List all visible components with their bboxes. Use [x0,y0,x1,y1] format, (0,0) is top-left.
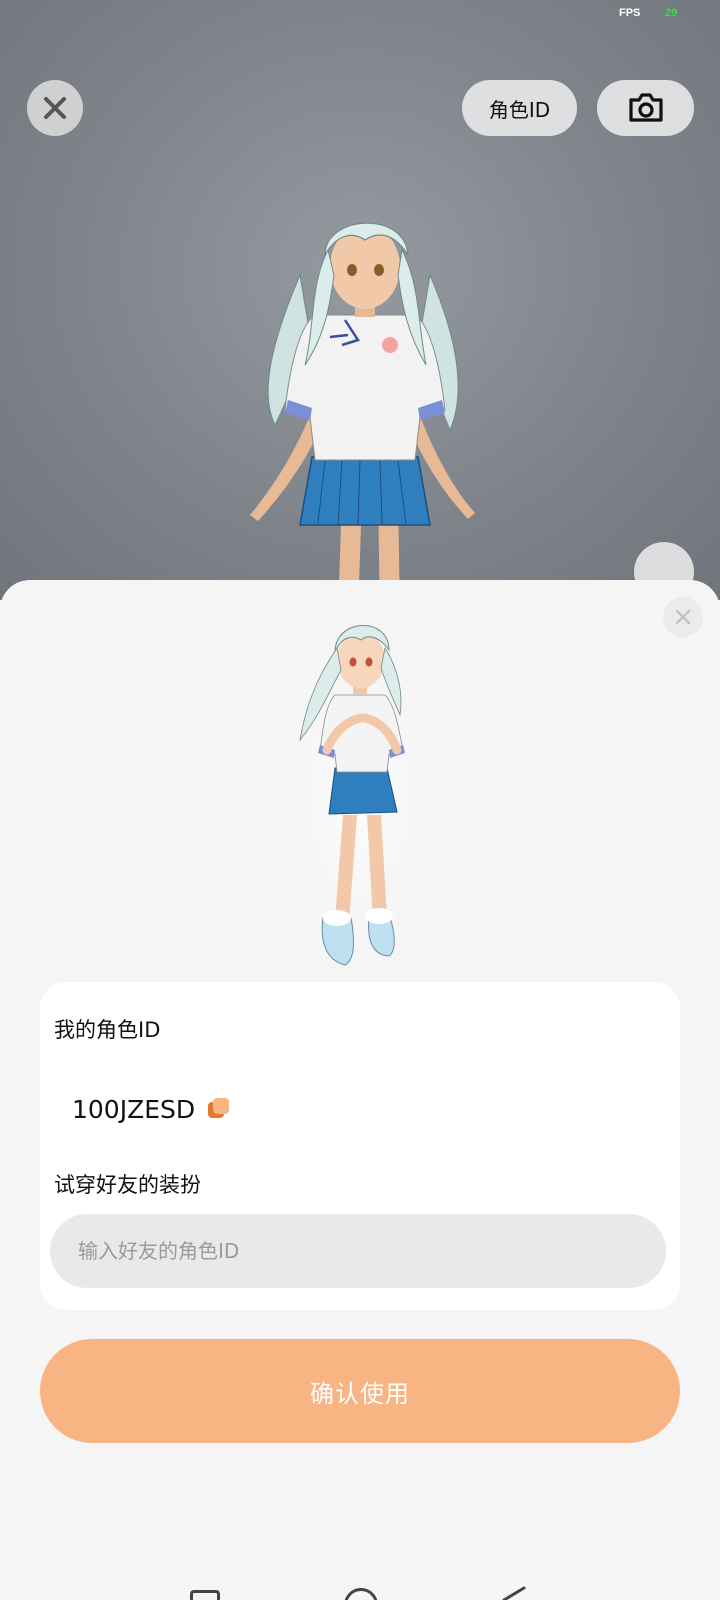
system-nav-bar [0,1570,720,1600]
close-icon [44,97,66,119]
avatar-preview [270,605,450,975]
my-id-value: 100JZESD [72,1095,196,1124]
role-id-button[interactable]: 角色ID [462,80,577,136]
camera-button[interactable] [597,80,694,136]
try-on-label: 试穿好友的装扮 [54,1173,201,1197]
camera-icon [628,93,663,122]
viewer-close-button[interactable] [27,80,83,136]
friend-id-input[interactable] [50,1214,666,1288]
fps-label: FPS [619,7,641,19]
confirm-button[interactable]: 确认使用 [40,1339,680,1443]
fps-value: 29 [665,7,678,19]
home-icon[interactable] [344,1588,378,1600]
copy-icon[interactable] [206,1096,232,1122]
avatar-character [250,222,475,600]
bottom-sheet: 我的角色ID 100JZESD 试穿好友的装扮 确认使用 [0,580,720,1600]
role-id-card: 我的角色ID 100JZESD 试穿好友的装扮 [40,982,680,1310]
sheet-close-button[interactable] [663,597,703,637]
recents-icon[interactable] [190,1590,220,1600]
my-id-label: 我的角色ID [54,1018,161,1042]
close-icon [675,609,691,625]
back-icon[interactable] [500,1586,528,1600]
avatar-viewer[interactable]: FPS 29 角色ID [0,0,720,600]
